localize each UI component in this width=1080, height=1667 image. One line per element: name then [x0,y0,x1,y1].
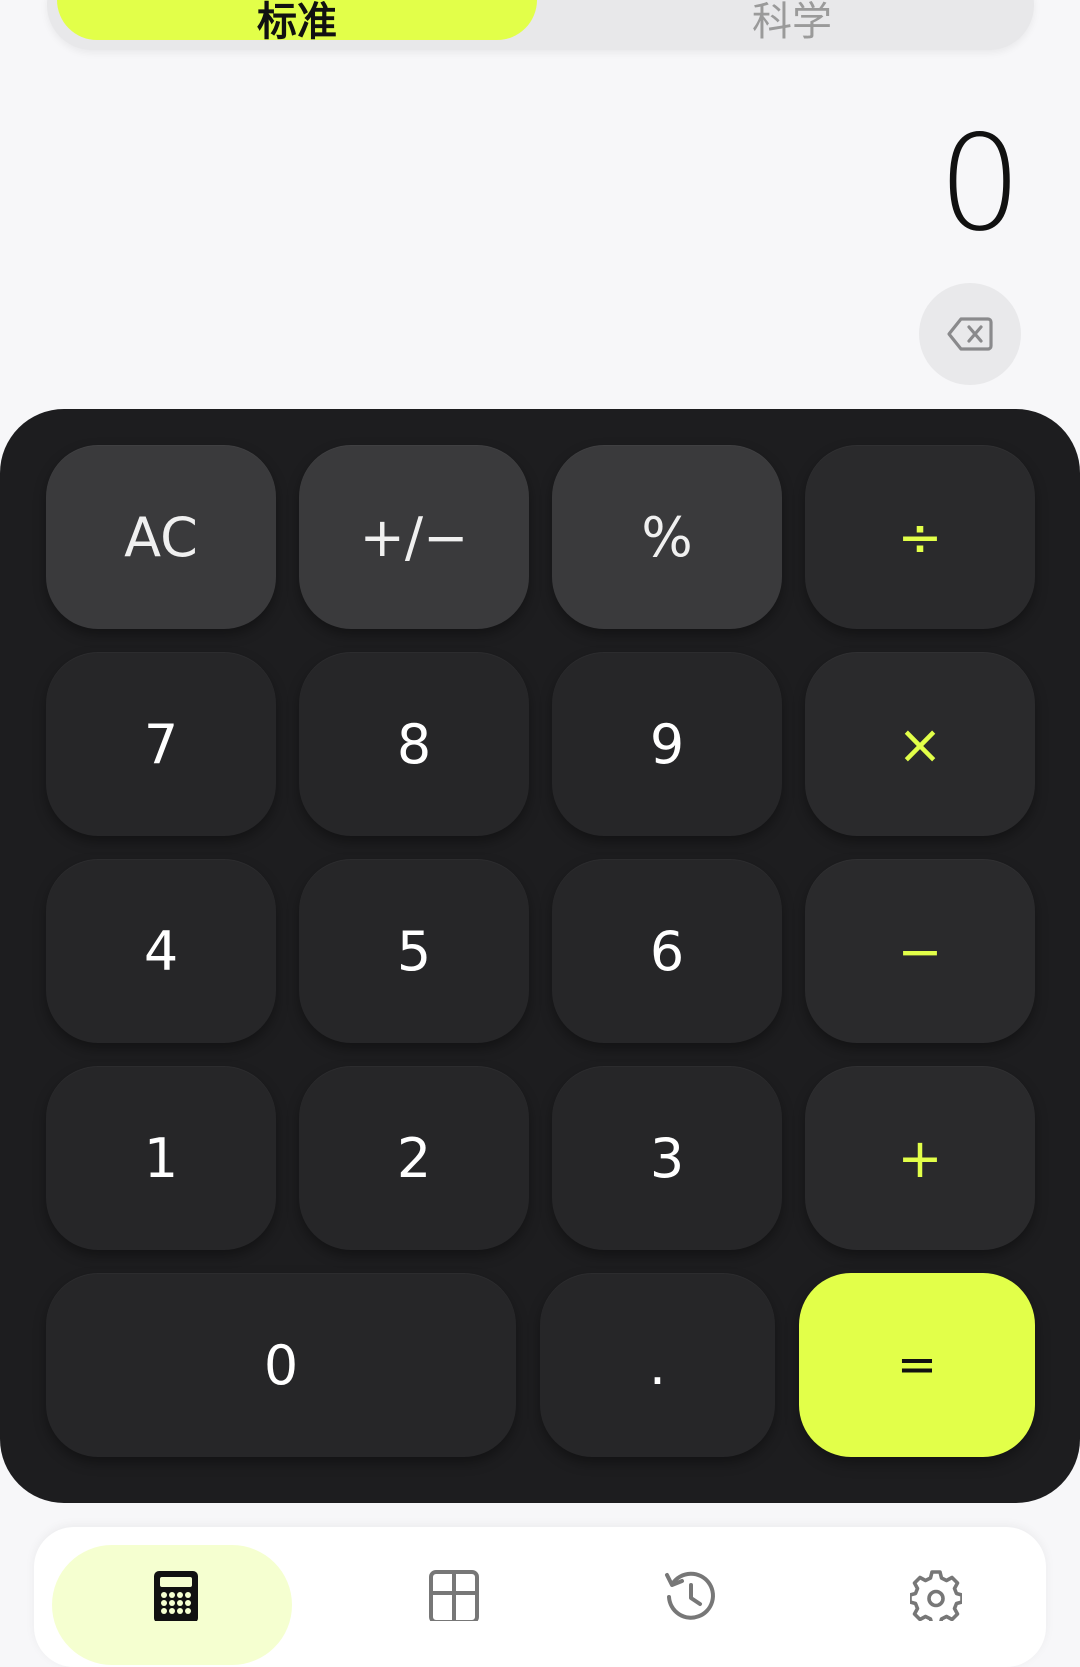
bottom-navigation [34,1527,1046,1667]
digit-8-button[interactable]: 8 [299,652,529,836]
divide-button[interactable]: ÷ [805,445,1035,629]
digit-0-button[interactable]: 0 [46,1273,516,1457]
digit-9-button[interactable]: 9 [552,652,782,836]
nav-calculator[interactable] [34,1527,314,1667]
digit-6-button[interactable]: 6 [552,859,782,1043]
tab-scientific[interactable]: 科学 [557,0,1027,45]
nav-history[interactable] [614,1527,774,1667]
digit-4-button[interactable]: 4 [46,859,276,1043]
digit-5-button[interactable]: 5 [299,859,529,1043]
keypad: AC +/− % ÷ 7 8 9 × 4 5 6 − 1 2 3 + 0 . = [0,409,1080,1503]
plus-button[interactable]: + [805,1066,1035,1250]
tab-standard-label: 标准 [257,0,337,45]
tab-scientific-label: 科学 [752,0,832,45]
ac-button[interactable]: AC [46,445,276,629]
gear-icon [910,1570,962,1621]
digit-3-button[interactable]: 3 [552,1066,782,1250]
percent-button[interactable]: % [552,445,782,629]
minus-button[interactable]: − [805,859,1035,1043]
backspace-icon [947,317,993,351]
sign-toggle-button[interactable]: +/− [299,445,529,629]
history-icon [665,1571,715,1620]
nav-settings[interactable] [860,1527,1020,1667]
nav-grid[interactable] [374,1527,534,1667]
digit-1-button[interactable]: 1 [46,1066,276,1250]
tab-standard[interactable]: 标准 [57,0,537,45]
result-display: 0 [938,107,1022,261]
calculator-icon [154,1571,198,1621]
equals-button[interactable]: = [799,1273,1035,1457]
multiply-button[interactable]: × [805,652,1035,836]
decimal-point-button[interactable]: . [540,1273,775,1457]
grid-icon [429,1570,479,1621]
digit-2-button[interactable]: 2 [299,1066,529,1250]
backspace-button[interactable] [919,283,1021,385]
digit-7-button[interactable]: 7 [46,652,276,836]
mode-tab-bar: 标准 科学 [47,0,1034,50]
